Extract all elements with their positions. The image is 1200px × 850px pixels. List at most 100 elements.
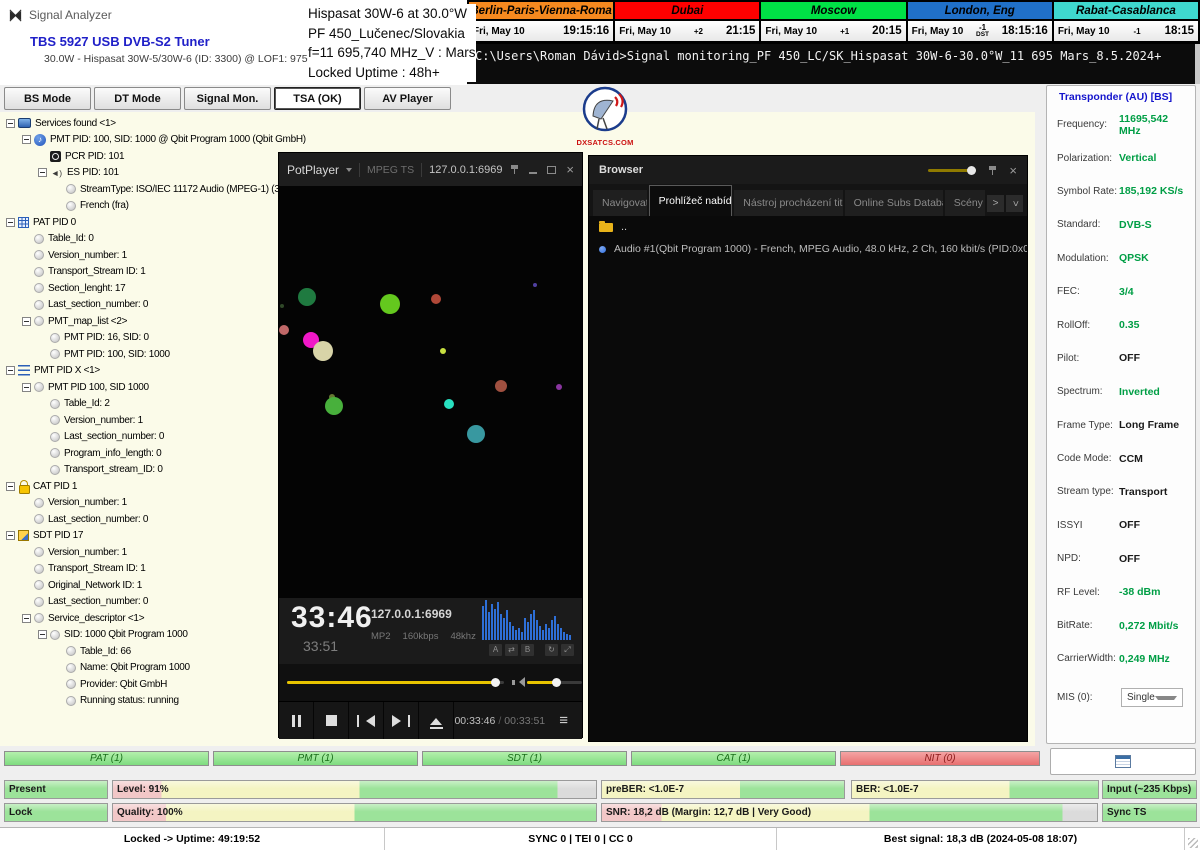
transponder-label: Pilot: — [1057, 353, 1119, 364]
pin-icon[interactable] — [510, 164, 519, 175]
tree-row[interactable]: Provider: Qbit GmbH — [2, 676, 278, 693]
browser-tab-n-stroj-proch-zen-titulk[interactable]: Nástroj procházení titulků — [734, 190, 842, 216]
player-mini-button-b[interactable]: B — [521, 644, 534, 656]
spectrum-bar — [560, 628, 562, 640]
browser-titlebar[interactable]: Browser × — [589, 156, 1027, 184]
tree-row[interactable]: Table_Id: 0 — [2, 231, 278, 248]
tree-row[interactable]: Version_number: 1 — [2, 544, 278, 561]
tree-expander[interactable] — [6, 218, 15, 227]
tree-row[interactable]: French (fra) — [2, 198, 278, 215]
tree-row[interactable]: Last_section_number: 0 — [2, 297, 278, 314]
tree-row[interactable]: Transport_Stream ID: 1 — [2, 264, 278, 281]
tree-expander[interactable] — [6, 119, 15, 128]
tab-dt-mode[interactable]: DT Mode — [94, 87, 181, 110]
seek-slider[interactable] — [287, 681, 504, 684]
chevron-down-icon[interactable]: > — [1006, 195, 1023, 212]
tab-tsa-ok[interactable]: TSA (OK) — [274, 87, 361, 110]
tree-row[interactable]: Table_Id: 66 — [2, 643, 278, 660]
tree-row[interactable]: Last_section_number: 0 — [2, 594, 278, 611]
tree-row[interactable]: PMT_map_list <2> — [2, 313, 278, 330]
stop-button[interactable] — [314, 702, 349, 739]
tree-row[interactable]: PAT PID 0 — [2, 214, 278, 231]
tree-row[interactable]: Version_number: 1 — [2, 412, 278, 429]
pin-icon[interactable] — [988, 165, 997, 176]
close-icon[interactable]: × — [566, 163, 574, 176]
tree-row[interactable]: CAT PID 1 — [2, 478, 278, 495]
tree-row[interactable]: Version_number: 1 — [2, 495, 278, 512]
tree-expander[interactable] — [6, 482, 15, 491]
playlist-menu-button[interactable]: ≡ — [545, 702, 582, 739]
tree-row[interactable]: PMT PID: 100, SID: 1000 — [2, 346, 278, 363]
tree-expander[interactable] — [22, 317, 31, 326]
cmd-scrollbar[interactable] — [1195, 44, 1200, 84]
player-mini-button-[interactable]: ⇄ — [505, 644, 518, 656]
chevron-right-icon[interactable]: > — [987, 195, 1004, 212]
tree-row[interactable]: SID: 1000 Qbit Program 1000 — [2, 627, 278, 644]
tree-row[interactable]: Last_section_number: 0 — [2, 511, 278, 528]
tree-expander[interactable] — [22, 135, 31, 144]
tree-row[interactable]: Version_number: 1 — [2, 247, 278, 264]
tree-expander[interactable] — [22, 383, 31, 392]
tree-row[interactable]: Name: Qbit Program 1000 — [2, 660, 278, 677]
browser-tab-online-subs-database[interactable]: Online Subs Database — [845, 190, 943, 216]
audio-track-row[interactable]: Audio #1(Qbit Program 1000) - French, MP… — [589, 238, 1027, 260]
tree-row[interactable]: Section_lenght: 17 — [2, 280, 278, 297]
tree-row[interactable]: Transport_Stream ID: 1 — [2, 561, 278, 578]
tree-expander[interactable] — [6, 531, 15, 540]
tree-row[interactable]: ♪PMT PID: 100, SID: 1000 @ Qbit Program … — [2, 132, 278, 149]
tree-row[interactable]: PMT PID X <1> — [2, 363, 278, 380]
tree-expander[interactable] — [22, 614, 31, 623]
browser-tab-prohl-e-nab-dky[interactable]: Prohlížeč nabídky — [649, 185, 733, 216]
tree-row[interactable]: Program_info_length: 0 — [2, 445, 278, 462]
resize-grip[interactable] — [1185, 828, 1200, 850]
tree-row[interactable]: PMT PID 100, SID 1000 — [2, 379, 278, 396]
signal-bar-label: Sync TS — [1107, 804, 1146, 821]
potplayer-titlebar[interactable]: PotPlayer MPEG TS 127.0.0.1:6969 × — [279, 153, 582, 186]
mis-dropdown[interactable]: Single — [1121, 688, 1183, 707]
seek-knob[interactable] — [491, 678, 500, 687]
eject-button[interactable] — [419, 702, 454, 739]
maximize-icon[interactable] — [547, 166, 556, 174]
tree-row[interactable]: Running status: running — [2, 693, 278, 710]
tree-row[interactable]: ◄)ES PID: 101 — [2, 165, 278, 182]
tree-expander[interactable] — [38, 630, 47, 639]
volume-knob[interactable] — [552, 678, 561, 687]
volume-slider[interactable] — [527, 681, 582, 684]
tree-row[interactable]: Original_Network ID: 1 — [2, 577, 278, 594]
table-view-button[interactable] — [1050, 748, 1196, 775]
tree-row[interactable]: Service_descriptor <1> — [2, 610, 278, 627]
video-dot — [444, 399, 454, 409]
close-icon[interactable]: × — [1009, 164, 1017, 177]
browser-tab-sc-ny[interactable]: Scény — [945, 190, 985, 216]
tree-expander[interactable] — [6, 366, 15, 375]
potplayer-title[interactable]: PotPlayer — [287, 163, 339, 177]
tree-row[interactable]: Table_Id: 2 — [2, 396, 278, 413]
player-mini-button-[interactable]: ↻ — [545, 644, 558, 656]
tree-row[interactable]: SDT PID 17 — [2, 528, 278, 545]
spectrum-bar — [503, 618, 505, 640]
tab-bs-mode[interactable]: BS Mode — [4, 87, 91, 110]
parent-folder-row[interactable]: .. — [589, 216, 1027, 238]
volume-icon[interactable] — [512, 677, 523, 688]
pause-button[interactable] — [279, 702, 314, 739]
tree-expander[interactable] — [38, 168, 47, 177]
player-mini-button-[interactable]: ⤢ — [561, 644, 574, 656]
command-prompt-window[interactable]: C:\Users\Roman Dávid>Signal monitoring_P… — [467, 43, 1200, 84]
tree-row[interactable]: PCR PID: 101 — [2, 148, 278, 165]
next-button[interactable] — [384, 702, 419, 739]
tree-row[interactable]: StreamType: ISO/IEC 11172 Audio (MPEG-1)… — [2, 181, 278, 198]
minimize-icon[interactable] — [529, 172, 537, 174]
browser-tab-navigovat[interactable]: Navigovat — [593, 190, 647, 216]
tab-av-player[interactable]: AV Player — [364, 87, 451, 110]
tree-row[interactable]: Services found <1> — [2, 115, 278, 132]
opacity-slider[interactable] — [928, 169, 976, 172]
statusbar-section-2: SYNC 0 | TEI 0 | CC 0 — [385, 828, 777, 850]
player-mini-button-a[interactable]: A — [489, 644, 502, 656]
tree-row[interactable]: PMT PID: 16, SID: 0 — [2, 330, 278, 347]
tab-signal-mon[interactable]: Signal Mon. — [184, 87, 271, 110]
tree-row[interactable]: Last_section_number: 0 — [2, 429, 278, 446]
previous-button[interactable] — [349, 702, 384, 739]
tree-label: PMT PID 100, SID 1000 — [48, 382, 149, 393]
tree-row[interactable]: Transport_stream_ID: 0 — [2, 462, 278, 479]
video-area[interactable] — [279, 186, 582, 598]
